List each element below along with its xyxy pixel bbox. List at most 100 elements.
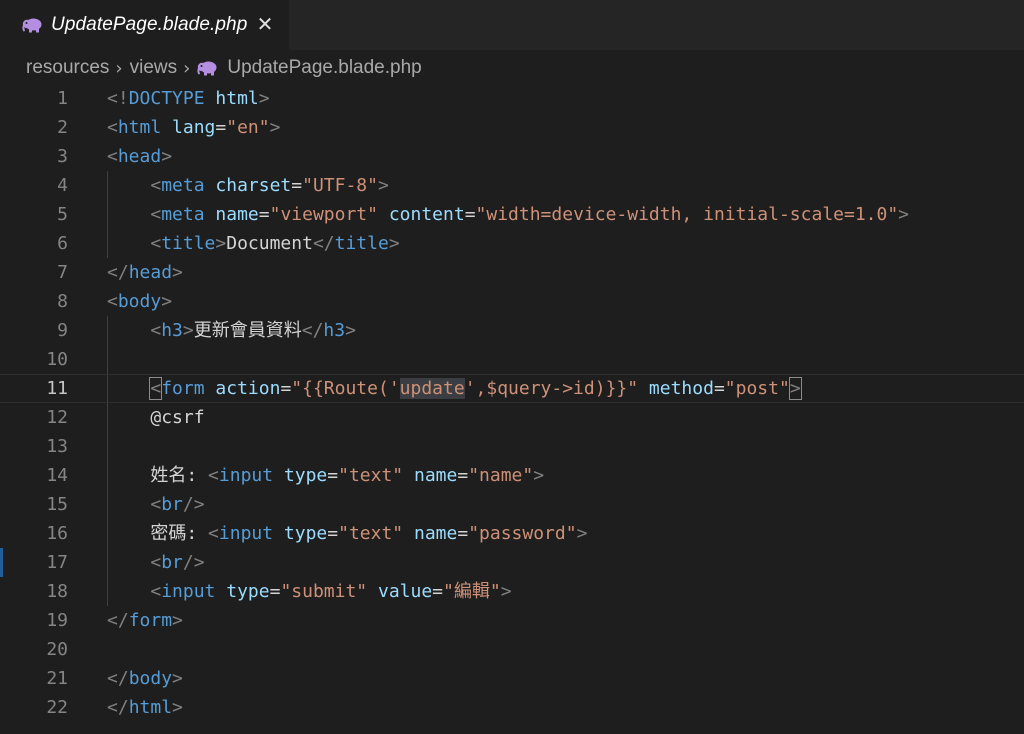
code-token: /> [182,552,205,573]
code-token: < [107,291,118,312]
code-text: <title>Document</title> [107,229,399,258]
breadcrumb-resources[interactable]: resources [26,57,109,79]
code-token: > [345,320,356,341]
code-token: "submit" [280,581,368,602]
line-number: 9 [57,320,68,341]
code-text: </head> [107,258,183,287]
code-token: 更新會員資料 [193,320,302,341]
code-line: 14 姓名: <input type="text" name="name"> [0,461,1024,490]
code-token: < [107,117,118,138]
line-number: 12 [46,407,68,428]
php-elephant-icon [197,60,218,76]
code-editor[interactable]: 1 <!DOCTYPE html> 2 <html lang="en"> 3 <hea… [0,84,1024,734]
code-token: > [161,291,173,312]
code-token: = [327,465,339,486]
code-token: < [107,146,118,167]
code-token: < [208,465,219,486]
close-icon[interactable]: ✕ [254,11,276,37]
code-token: head [128,262,173,283]
breadcrumb-file[interactable]: UpdatePage.blade.php [227,57,421,79]
code-text: <body> [107,287,172,316]
code-token: "UTF-8" [302,175,378,196]
code-text: <!DOCTYPE html> [107,84,270,113]
code-token: charset [215,175,292,196]
code-text: 密碼: <input type="text" name="password"> [107,519,587,548]
code-token: "viewport" [269,204,378,225]
line-number: 4 [57,175,68,196]
code-token: < [150,175,162,196]
code-line: 1 <!DOCTYPE html> [0,84,1024,113]
code-token: < [150,320,162,341]
code-token: < [150,494,162,515]
code-token: > [788,377,802,400]
line-number: 5 [57,204,68,225]
code-token: > [172,697,183,718]
code-line: 22 </html> [0,693,1024,722]
breadcrumb-views[interactable]: views [130,57,178,79]
line-number: 14 [46,465,68,486]
code-token: > [182,320,194,341]
line-number: 11 [46,378,68,399]
php-elephant-icon [22,17,43,33]
code-token: type [226,581,270,602]
code-token: input [161,581,216,602]
code-token: < [150,552,162,573]
code-line-current: 11 <form action="{{Route('update',$query… [0,374,1024,403]
code-token: </ [107,668,129,689]
code-token: /> [182,494,205,515]
code-token: > [500,581,512,602]
code-token: br [161,494,183,515]
code-token: body [117,291,162,312]
code-line: 18 <input type="submit" value="編輯"> [0,577,1024,606]
line-number: 6 [57,233,68,254]
code-token: content [388,204,465,225]
code-token: </ [301,320,324,341]
code-token: "{{Route(' [291,378,400,399]
code-text: <br/> [107,548,205,577]
code-line: 12 @csrf [0,403,1024,432]
chevron-right-icon: › [183,57,191,79]
line-number: 20 [46,639,68,660]
code-token: </ [107,610,129,631]
code-text: </form> [107,606,183,635]
code-text: @csrf [107,403,204,432]
code-line: 4 <meta charset="UTF-8"> [0,171,1024,200]
line-number: 15 [46,494,68,515]
code-token: html [128,697,173,718]
code-line: 2 <html lang="en"> [0,113,1024,142]
code-token: method [648,378,714,399]
line-number: 2 [57,117,68,138]
code-token: meta [161,204,205,225]
code-token: html [215,88,259,109]
line-number: 17 [46,552,68,573]
code-token: name [414,465,458,486]
code-line: 5 <meta name="viewport" content="width=d… [0,200,1024,229]
code-text: 姓名: <input type="text" name="name"> [107,461,544,490]
code-token: input [218,523,274,544]
code-token: name [215,204,259,225]
code-token: < [208,523,219,544]
breadcrumb: resources › views › UpdatePage.blade.php [0,50,1024,86]
code-token: input [218,465,274,486]
code-text: <html lang="en"> [107,113,280,142]
code-token: type [283,465,328,486]
line-number: 10 [46,349,68,370]
tab-bar: UpdatePage.blade.php ✕ [0,0,1024,50]
line-number: 21 [46,668,68,689]
code-token: h3 [323,320,346,341]
tab-updatepage[interactable]: UpdatePage.blade.php ✕ [0,0,289,50]
code-token: update [399,378,465,399]
